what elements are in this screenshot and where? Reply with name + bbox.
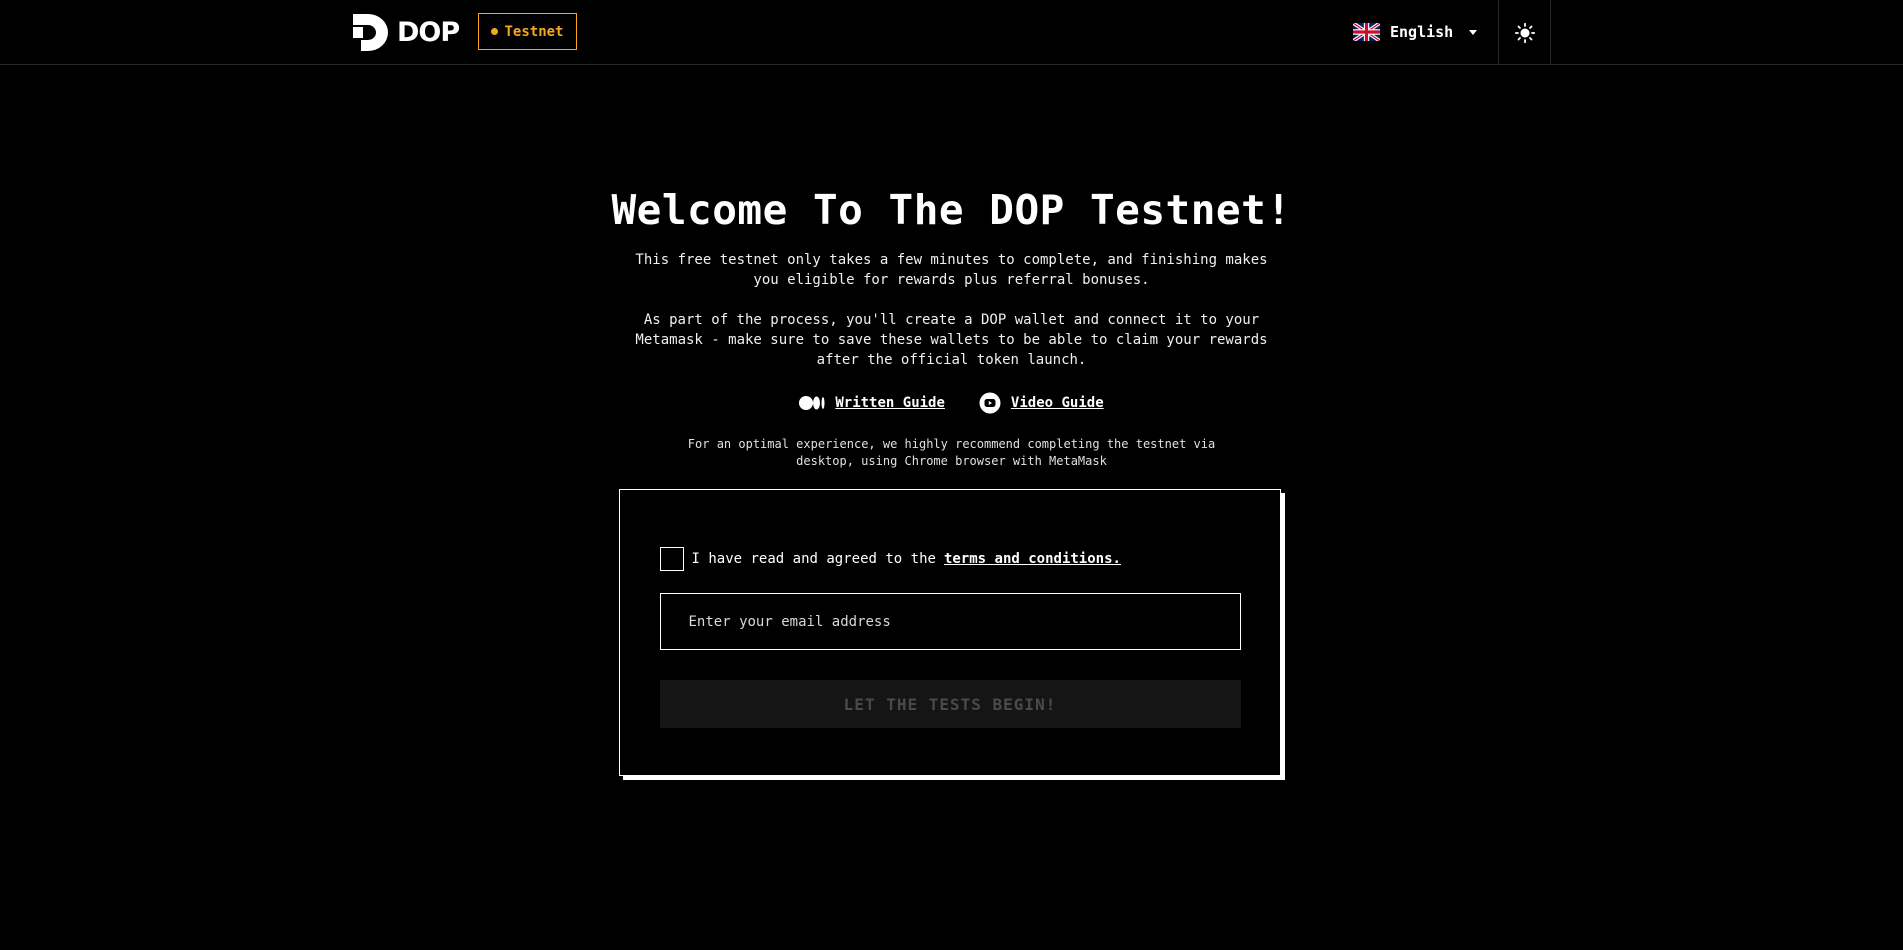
- guide-links: Written Guide Video Guide: [799, 392, 1104, 414]
- dop-logo[interactable]: DOP: [351, 14, 460, 51]
- chevron-down-icon: [1469, 29, 1478, 35]
- video-guide-link[interactable]: Video Guide: [979, 392, 1104, 414]
- language-selector[interactable]: English: [1353, 20, 1478, 44]
- video-guide-label: Video Guide: [1010, 395, 1104, 411]
- medium-icon: [799, 396, 825, 410]
- intro-paragraph: This free testnet only takes a few minut…: [635, 252, 1268, 288]
- welcome-section: Welcome To The DOP Testnet! This free te…: [0, 180, 1903, 776]
- uk-flag-icon: [1353, 23, 1380, 41]
- theme-toggle-button[interactable]: [1498, 0, 1551, 65]
- written-guide-link[interactable]: Written Guide: [799, 395, 945, 411]
- status-dot-icon: [491, 28, 499, 35]
- dop-logo-icon: [353, 14, 388, 51]
- logo-text: DOP: [397, 17, 460, 48]
- desktop-recommendation-note: For an optimal experience, we highly rec…: [687, 437, 1216, 468]
- email-input[interactable]: [659, 593, 1241, 650]
- youtube-icon: [979, 392, 1001, 414]
- language-label: English: [1390, 23, 1454, 41]
- sun-icon: [1514, 22, 1535, 43]
- testnet-badge: Testnet: [478, 13, 577, 50]
- process-paragraph: As part of the process, you'll create a …: [635, 312, 1268, 368]
- written-guide-label: Written Guide: [835, 395, 945, 411]
- top-bar: DOP Testnet English: [0, 0, 1903, 65]
- terms-row: I have read and agreed to the terms and …: [659, 547, 1240, 571]
- terms-prefix-text: I have read and agreed to the: [691, 551, 936, 567]
- terms-checkbox[interactable]: [659, 547, 684, 571]
- terms-link[interactable]: terms and conditions.: [944, 551, 1121, 567]
- begin-tests-button[interactable]: LET THE TESTS BEGIN!: [659, 680, 1241, 728]
- testnet-badge-label: Testnet: [504, 23, 564, 40]
- signup-card: I have read and agreed to the terms and …: [618, 489, 1281, 776]
- page-title: Welcome To The DOP Testnet!: [611, 186, 1292, 234]
